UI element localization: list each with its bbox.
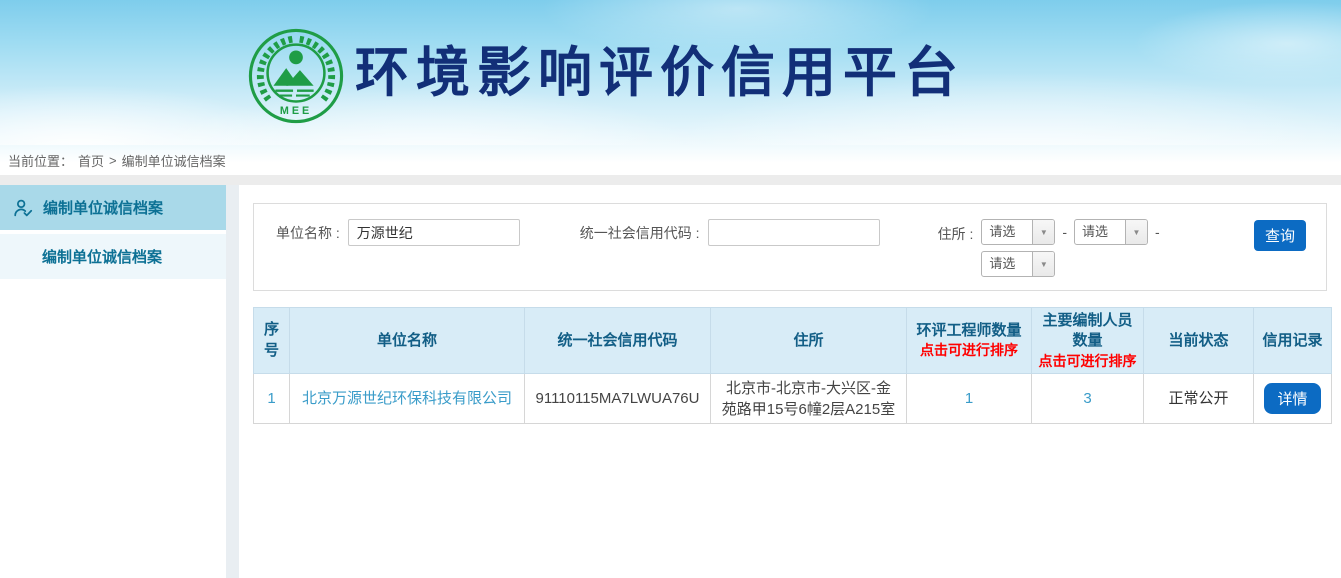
col-header-index: 序号 (254, 308, 290, 374)
divider-band (0, 175, 1341, 185)
company-name-field: 单位名称 : (276, 219, 520, 246)
breadcrumb-separator: > (109, 153, 117, 168)
breadcrumb-prefix: 当前位置： (8, 151, 73, 170)
sidebar-item-label: 编制单位诚信档案 (43, 197, 163, 218)
col-header-company: 单位名称 (290, 308, 525, 374)
col-header-status: 当前状态 (1144, 308, 1254, 374)
brand: MEE 环境影响评价信用平台 (247, 27, 965, 125)
sidebar: 编制单位诚信档案 编制单位诚信档案 (0, 185, 226, 578)
search-form: 单位名称 : 统一社会信用代码 : 住所 : 请选择 ▼ (253, 203, 1327, 291)
city-select[interactable]: 请选择 ▼ (1074, 219, 1148, 245)
col-header-engineer-count-sort[interactable]: 环评工程师数量 点击可进行排序 (907, 308, 1032, 374)
mee-logo-icon: MEE (247, 27, 345, 125)
site-title: 环境影响评价信用平台 (355, 46, 965, 106)
address-field: 住所 : 请选择 ▼ - 请选择 ▼ - (938, 219, 1160, 277)
credit-code-field: 统一社会信用代码 : (580, 219, 880, 246)
main-panel: 单位名称 : 统一社会信用代码 : 住所 : 请选择 ▼ (239, 185, 1341, 578)
company-name-label: 单位名称 : (276, 223, 340, 243)
breadcrumb-home-link[interactable]: 首页 (78, 151, 104, 170)
chevron-down-icon[interactable]: ▼ (1125, 220, 1147, 244)
credit-code-label: 统一社会信用代码 : (580, 223, 700, 243)
address-selects: 请选择 ▼ - 请选择 ▼ - 请选择 (981, 219, 1159, 277)
col-header-credit-code: 统一社会信用代码 (525, 308, 711, 374)
col-header-credit-record: 信用记录 (1254, 308, 1332, 374)
sidebar-main-gap (226, 185, 239, 578)
breadcrumb: 当前位置： 首页 > 编制单位诚信档案 (0, 145, 1341, 175)
page: MEE 环境影响评价信用平台 当前位置： 首页 > 编制单位诚信档案 编制单位诚… (0, 0, 1341, 578)
query-button[interactable]: 查询 (1254, 220, 1306, 251)
site-header: MEE 环境影响评价信用平台 (0, 0, 1341, 145)
company-link[interactable]: 北京万源世纪环保科技有限公司 (302, 390, 512, 407)
sort-hint: 点击可进行排序 (1036, 352, 1139, 371)
svg-text:MEE: MEE (280, 105, 312, 117)
col-header-address: 住所 (711, 308, 907, 374)
cell-status: 正常公开 (1144, 374, 1254, 424)
cell-credit-code: 91110115MA7LWUA76U (525, 374, 711, 424)
chevron-down-icon[interactable]: ▼ (1032, 252, 1054, 276)
breadcrumb-current: 编制单位诚信档案 (122, 151, 226, 170)
staff-count-link[interactable]: 3 (1083, 390, 1091, 407)
chevron-down-icon[interactable]: ▼ (1032, 220, 1054, 244)
sidebar-subitem-label: 编制单位诚信档案 (42, 246, 162, 267)
range-dash: - (1062, 224, 1067, 240)
col-header-staff-count-sort[interactable]: 主要编制人员数量 点击可进行排序 (1032, 308, 1144, 374)
sidebar-subitem-unit-credit-archive[interactable]: 编制单位诚信档案 (0, 234, 226, 279)
table-row: 1 北京万源世纪环保科技有限公司 91110115MA7LWUA76U 北京市-… (254, 374, 1332, 424)
detail-button[interactable]: 详情 (1264, 383, 1320, 414)
company-name-input[interactable] (348, 219, 520, 246)
credit-code-input[interactable] (708, 219, 880, 246)
content: 编制单位诚信档案 编制单位诚信档案 单位名称 : 统一社会信用代码 : 住所 : (0, 185, 1341, 578)
sidebar-item-unit-credit-archive[interactable]: 编制单位诚信档案 (0, 185, 226, 230)
cell-address: 北京市-北京市-大兴区-金苑路甲15号6幢2层A215室 (711, 374, 907, 424)
district-select[interactable]: 请选择 ▼ (981, 251, 1055, 277)
engineer-count-link[interactable]: 1 (965, 390, 973, 407)
results-table: 序号 单位名称 统一社会信用代码 住所 环评工程师数量 点击可进行排序 主要编制… (253, 307, 1332, 424)
address-label: 住所 : (938, 224, 974, 244)
user-check-icon (12, 197, 34, 219)
province-select[interactable]: 请选择 ▼ (981, 219, 1055, 245)
cell-index: 1 (254, 374, 290, 424)
range-dash: - (1155, 224, 1160, 240)
table-header-row: 序号 单位名称 统一社会信用代码 住所 环评工程师数量 点击可进行排序 主要编制… (254, 308, 1332, 374)
sort-hint: 点击可进行排序 (911, 341, 1027, 360)
